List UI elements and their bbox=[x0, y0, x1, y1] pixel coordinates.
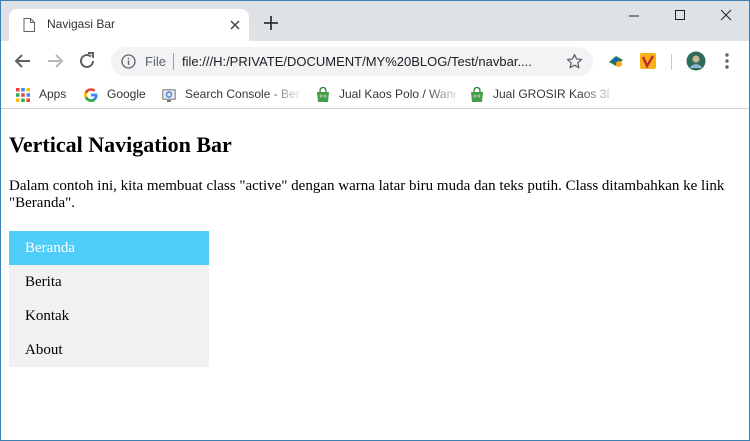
apps-grid-icon bbox=[16, 88, 30, 102]
bookmark-google[interactable]: Google bbox=[83, 86, 155, 104]
nav-link-berita[interactable]: Berita bbox=[9, 265, 209, 299]
back-arrow-icon[interactable] bbox=[13, 51, 33, 71]
reload-icon[interactable] bbox=[77, 51, 97, 71]
bookmark-star-icon[interactable] bbox=[566, 53, 583, 70]
url-text[interactable]: file:///H:/PRIVATE/DOCUMENT/MY%20BLOG/Te… bbox=[182, 54, 552, 69]
more-menu-icon[interactable] bbox=[719, 52, 735, 70]
bookmark-label: Jual Kaos Polo / Wang bbox=[339, 87, 455, 101]
search-console-icon bbox=[162, 89, 176, 102]
tab-title: Navigasi Bar bbox=[47, 17, 116, 31]
bookmark-label: Apps bbox=[39, 87, 67, 101]
forward-arrow-icon[interactable] bbox=[45, 51, 65, 71]
browser-toolbar: File file:///H:/PRIVATE/DOCUMENT/MY%20BL… bbox=[1, 41, 749, 81]
info-icon[interactable] bbox=[121, 54, 136, 69]
vimeo-extension-icon[interactable] bbox=[639, 52, 657, 70]
bookmark-label: Jual GROSIR Kaos 3D bbox=[493, 87, 609, 101]
page-content: Vertical Navigation Bar Dalam contoh ini… bbox=[1, 111, 749, 440]
bookmark-grosir-kaos[interactable]: Jual GROSIR Kaos 3D bbox=[469, 86, 609, 104]
close-tab-icon[interactable] bbox=[228, 18, 242, 32]
bookmark-apps[interactable]: Apps bbox=[15, 86, 75, 104]
url-scheme-label: File bbox=[145, 54, 166, 69]
bookmark-search-console[interactable]: Search Console - Ber bbox=[161, 86, 301, 104]
browser-window: Navigasi Bar File file:///H:/PRIVATE/DOC… bbox=[0, 0, 750, 441]
bookmarks-bar: Apps Google Search Console - Ber Jual Ka… bbox=[1, 81, 749, 109]
vertical-nav: Beranda Berita Kontak About bbox=[9, 231, 209, 367]
address-bar[interactable]: File file:///H:/PRIVATE/DOCUMENT/MY%20BL… bbox=[111, 47, 593, 76]
profile-avatar-icon[interactable] bbox=[686, 51, 706, 71]
bookmark-kaos-polo[interactable]: Jual Kaos Polo / Wang bbox=[315, 86, 455, 104]
tab-active[interactable]: Navigasi Bar bbox=[9, 9, 249, 41]
toolbar-divider bbox=[671, 54, 672, 70]
page-title: Vertical Navigation Bar bbox=[9, 132, 232, 157]
tab-strip: Navigasi Bar bbox=[1, 1, 749, 41]
omnibox-separator bbox=[173, 53, 174, 70]
page-description: Dalam contoh ini, kita membuat class "ac… bbox=[9, 178, 725, 211]
new-tab-button[interactable] bbox=[263, 15, 279, 31]
shop-bag-icon bbox=[317, 87, 329, 102]
window-close-icon[interactable] bbox=[711, 5, 741, 25]
nav-link-beranda[interactable]: Beranda bbox=[9, 231, 209, 265]
nav-link-about[interactable]: About bbox=[9, 333, 209, 367]
maximize-icon[interactable] bbox=[665, 5, 695, 25]
google-icon bbox=[84, 88, 98, 102]
bookmark-label: Google bbox=[107, 87, 146, 101]
nav-link-kontak[interactable]: Kontak bbox=[9, 299, 209, 333]
idm-extension-icon[interactable] bbox=[607, 52, 625, 70]
minimize-icon[interactable] bbox=[619, 5, 649, 25]
document-icon bbox=[23, 18, 35, 32]
bookmark-label: Search Console - Ber bbox=[185, 87, 300, 101]
shop-bag-icon bbox=[471, 87, 483, 102]
